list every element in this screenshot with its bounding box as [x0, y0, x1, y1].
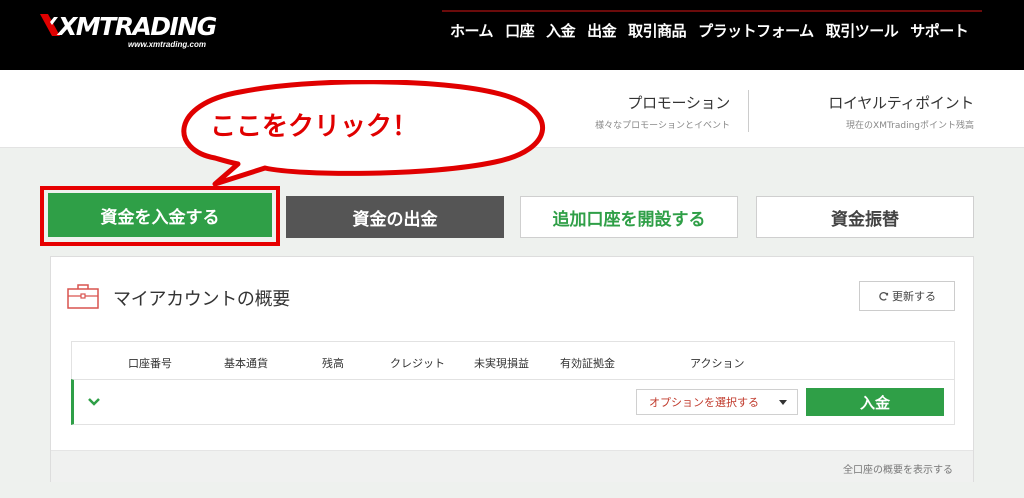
logo-text: XMTRADING — [58, 12, 217, 41]
promotion-title: プロモーション — [627, 94, 730, 112]
logo-x-icon — [40, 14, 60, 36]
loyalty-link[interactable]: ロイヤルティポイント 現在のXMTradingポイント残高 — [828, 92, 974, 131]
refresh-icon — [879, 291, 889, 301]
nav-support[interactable]: サポート — [910, 20, 969, 41]
loyalty-subtitle: 現在のXMTradingポイント残高 — [846, 121, 974, 131]
option-select-label: オプションを選択する — [649, 396, 759, 409]
nav-platform[interactable]: プラットフォーム — [698, 20, 814, 41]
transfer-funds-button[interactable]: 資金振替 — [756, 196, 974, 238]
deposit-funds-button[interactable]: 資金を入金する — [48, 193, 272, 237]
caret-down-icon — [779, 400, 787, 405]
panel-title: マイアカウントの概要 — [113, 289, 290, 310]
nav-products[interactable]: 取引商品 — [628, 20, 687, 41]
nav-withdraw[interactable]: 出金 — [587, 20, 617, 41]
open-additional-account-button[interactable]: 追加口座を開設する — [520, 196, 738, 238]
nav-divider — [442, 10, 982, 12]
top-header: XMTRADING www.xmtrading.com ホーム 口座 入金 出金… — [0, 0, 1024, 70]
promotion-link[interactable]: プロモーション 様々なプロモーションとイベント — [595, 92, 730, 131]
nav-tools[interactable]: 取引ツール — [826, 20, 899, 41]
show-all-accounts-link[interactable]: 全口座の概要を表示する — [843, 461, 953, 476]
col-action: アクション — [690, 357, 745, 370]
nav-deposit[interactable]: 入金 — [546, 20, 576, 41]
col-credit: クレジット — [390, 357, 445, 370]
refresh-button[interactable]: 更新する — [859, 281, 955, 311]
refresh-label: 更新する — [892, 290, 936, 303]
xmtrading-logo[interactable]: XMTRADING www.xmtrading.com — [40, 10, 225, 52]
panel-footer: 全口座の概要を表示する — [51, 450, 973, 482]
callout-text: ここをクリック！ — [210, 112, 419, 142]
account-overview-panel: マイアカウントの概要 更新する 口座番号 基本通貨 残高 クレジット 未実現損益… — [50, 256, 974, 482]
col-balance: 残高 — [322, 357, 344, 370]
nav-account[interactable]: 口座 — [505, 20, 535, 41]
subnav-divider — [748, 90, 749, 132]
col-unrealized-pl: 未実現損益 — [474, 357, 529, 370]
table-row: オプションを選択する 入金 — [71, 379, 955, 425]
withdraw-funds-button[interactable]: 資金の出金 — [286, 196, 504, 238]
chevron-down-icon[interactable] — [86, 394, 102, 410]
briefcase-icon — [67, 284, 99, 309]
promotion-subtitle: 様々なプロモーションとイベント — [595, 121, 730, 131]
col-base-currency: 基本通貨 — [224, 357, 268, 370]
loyalty-title: ロイヤルティポイント — [828, 94, 974, 112]
table-header: 口座番号 基本通貨 残高 クレジット 未実現損益 有効証拠金 アクション — [71, 341, 955, 379]
main-nav: ホーム 口座 入金 出金 取引商品 プラットフォーム 取引ツール サポート — [450, 20, 969, 41]
row-deposit-button[interactable]: 入金 — [806, 388, 944, 416]
option-select-dropdown[interactable]: オプションを選択する — [636, 389, 798, 415]
col-account-number: 口座番号 — [128, 357, 172, 370]
nav-home[interactable]: ホーム — [450, 20, 494, 41]
logo-url: www.xmtrading.com — [128, 40, 206, 49]
col-equity: 有効証拠金 — [560, 357, 615, 370]
